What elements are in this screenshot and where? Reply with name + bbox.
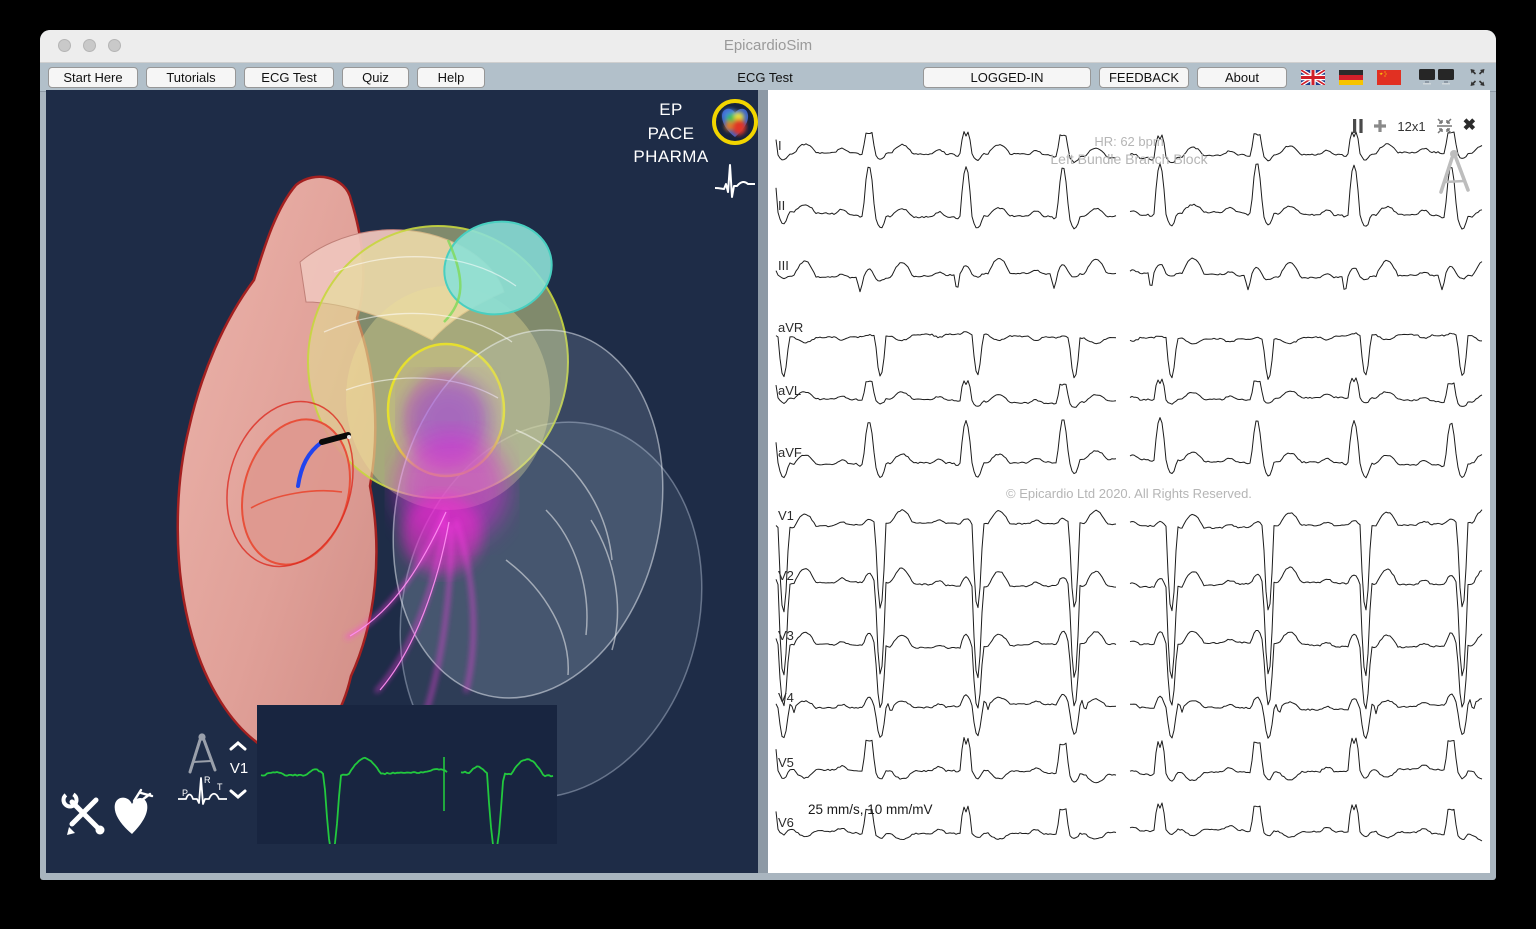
mini-trace-panel: [257, 705, 557, 844]
zoom-in-button[interactable]: [1373, 119, 1387, 133]
quiz-button[interactable]: Quiz: [342, 67, 409, 88]
heart-rate-text: HR: 62 bpm: [768, 134, 1490, 149]
dual-screen-icon[interactable]: [1419, 69, 1455, 86]
ecg-test-button[interactable]: ECG Test: [244, 67, 334, 88]
help-button[interactable]: Help: [417, 67, 485, 88]
logged-in-button[interactable]: LOGGED-IN: [923, 67, 1091, 88]
uk-flag-icon[interactable]: [1301, 70, 1325, 85]
ecg-controls: 12x1 ✖: [1353, 118, 1476, 134]
caliper-icon[interactable]: [184, 730, 220, 776]
heart-view-button[interactable]: [712, 99, 758, 145]
current-mode-label: ECG Test: [737, 70, 792, 85]
feedback-button[interactable]: FEEDBACK: [1099, 67, 1189, 88]
ecg-view-icon[interactable]: [714, 156, 756, 202]
mini-trace-lead-label: V1: [224, 760, 254, 777]
svg-text:T: T: [217, 782, 223, 792]
tutorials-button[interactable]: Tutorials: [146, 67, 236, 88]
rainbow-heart-icon: [716, 103, 754, 141]
lead-up-button[interactable]: [228, 740, 248, 752]
germany-flag-icon[interactable]: [1339, 70, 1363, 85]
main-toolbar: Start Here Tutorials ECG Test Quiz Help …: [40, 63, 1496, 92]
pause-button[interactable]: [1353, 119, 1363, 133]
start-here-button[interactable]: Start Here: [48, 67, 138, 88]
svg-text:R: R: [204, 775, 211, 785]
app-window: EpicardioSim Start Here Tutorials ECG Te…: [40, 30, 1496, 880]
china-flag-icon[interactable]: [1377, 70, 1401, 85]
tools-icon[interactable]: [60, 790, 108, 838]
copyright-text: © Epicardio Ltd 2020. All Rights Reserve…: [768, 486, 1490, 501]
title-bar: EpicardioSim: [40, 30, 1496, 63]
ecg-12lead-panel: IIIIIIaVRaVLaVFV1V2V3V4V5V6 HR: 62 bpm L…: [768, 90, 1490, 873]
svg-text:P: P: [182, 788, 188, 798]
scale-text: 25 mm/s, 10 mm/mV: [808, 802, 933, 817]
ecg-caliper-icon[interactable]: [1434, 146, 1474, 198]
lead-down-button[interactable]: [228, 788, 248, 800]
about-button[interactable]: About: [1197, 67, 1287, 88]
window-title: EpicardioSim: [40, 37, 1496, 54]
heart-tool-icon[interactable]: [110, 788, 156, 838]
fullscreen-icon[interactable]: [1469, 69, 1486, 86]
compress-view-button[interactable]: [1436, 118, 1453, 134]
ecg-traces: [768, 90, 1490, 873]
layout-label: 12x1: [1397, 119, 1425, 134]
diagnosis-text: Left Bundle Branch Block: [768, 151, 1490, 167]
pqrst-icon[interactable]: P R T: [176, 772, 230, 808]
panel-divider[interactable]: [758, 90, 768, 873]
heart-3d-panel: EP PACE PHARMA: [46, 90, 758, 873]
close-ecg-button[interactable]: ✖: [1463, 118, 1476, 134]
